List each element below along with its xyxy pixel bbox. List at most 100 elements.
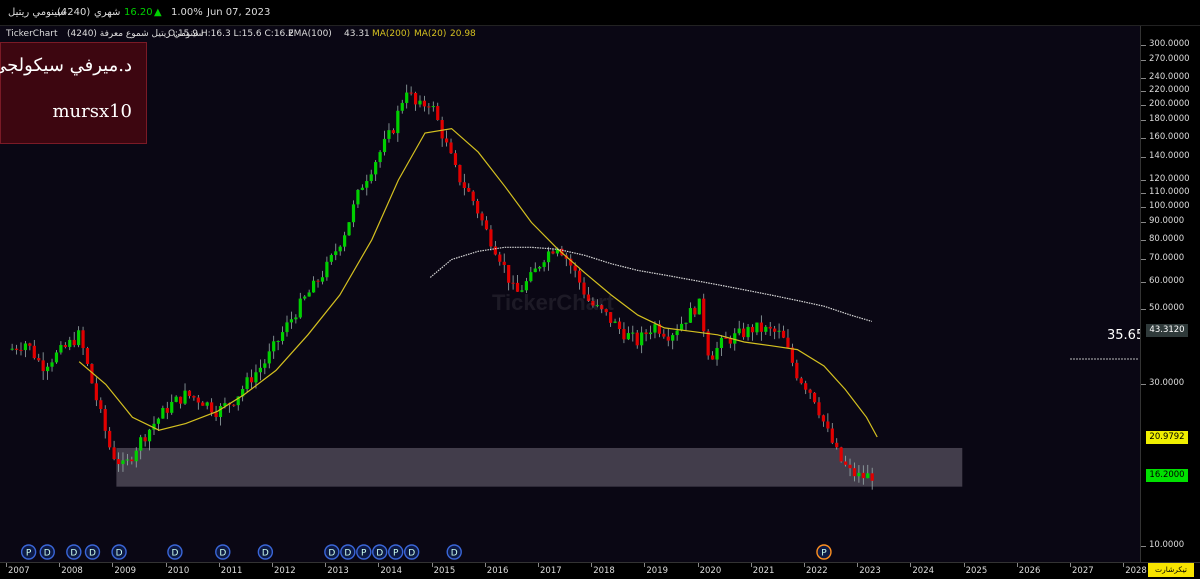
candle-down [812, 392, 817, 403]
candle-down [489, 229, 493, 247]
candle-down [130, 459, 134, 462]
candle-up [77, 330, 81, 346]
candle-up [263, 363, 267, 368]
candle-down [693, 308, 697, 315]
candle-up [613, 321, 617, 323]
event-marker-label: D [262, 549, 269, 559]
year-tick-label: 2021 [752, 566, 775, 576]
candle-up [170, 401, 174, 413]
candle-down [210, 402, 214, 413]
year-tick [325, 563, 327, 567]
candle-up [524, 281, 528, 291]
price-tick [1141, 120, 1146, 122]
price-tick-label: 110.0000 [1149, 186, 1190, 197]
candle-down [666, 336, 670, 341]
price-tick-label: 120.0000 [1149, 173, 1190, 184]
candle-down [702, 298, 706, 332]
candle-up [688, 308, 693, 323]
candle-down [316, 280, 320, 282]
candle-down [742, 328, 746, 338]
candle-down [440, 120, 444, 139]
candle-up [54, 352, 59, 363]
candle-down [830, 428, 834, 443]
candle-up [23, 343, 28, 351]
candle-down [826, 421, 830, 429]
candle-down [462, 182, 466, 189]
candle-up [431, 106, 435, 108]
author-handle: mursx10 [52, 101, 132, 122]
candle-up [369, 174, 373, 182]
candle-up [307, 292, 311, 297]
candle-up [156, 418, 161, 424]
price-tick-label: 100.0000 [1149, 200, 1190, 211]
candle-down [165, 408, 169, 413]
year-tick-label: 2018 [593, 566, 615, 576]
year-tick-label: 2009 [114, 566, 137, 576]
candle-up [245, 377, 249, 390]
period-label[interactable]: شهري [94, 7, 120, 18]
ma-value: 20.98 [450, 29, 476, 39]
year-tick-label: 2010 [167, 566, 190, 576]
price-tick-label: 140.0000 [1149, 151, 1190, 162]
candle-down [804, 383, 808, 390]
year-tick-label: 2020 [699, 566, 722, 576]
year-tick [538, 563, 539, 567]
year-tick [750, 563, 752, 567]
year-tick [1123, 563, 1125, 567]
year-tick [910, 563, 912, 567]
price-tick [1141, 77, 1146, 79]
candle-down [458, 165, 462, 183]
candle-down [409, 92, 413, 94]
candle-down [861, 472, 865, 479]
header-bar: سينومي ريتيل (4240) شهري 16.20 ▲ 1.00% J… [0, 0, 1200, 26]
candle-down [551, 251, 555, 254]
watermark: TickerChart [492, 290, 614, 315]
candle-down [835, 442, 839, 448]
ma20-label[interactable]: MA(20) [414, 29, 446, 39]
year-tick-label: 2015 [433, 566, 456, 576]
price-tick [1141, 179, 1146, 181]
candle-up [139, 437, 143, 451]
event-marker-label: D [376, 549, 383, 559]
price-tick-label: 50.0000 [1149, 303, 1185, 314]
candle-up [755, 322, 759, 333]
year-tick [857, 563, 859, 567]
candle-up [733, 333, 737, 344]
candle-down [617, 321, 622, 330]
time-axis[interactable]: 2007 2008 2009 2010 2011 2012 2013 2014 2015 2016… [0, 562, 1200, 579]
candle-down [476, 200, 480, 214]
candle-up [254, 372, 258, 383]
ma200-label[interactable]: MA(200) [372, 29, 410, 39]
up-arrow-icon: ▲ [154, 7, 162, 18]
price-tick [1141, 90, 1146, 92]
candle-down [108, 430, 112, 448]
candle-down [786, 337, 790, 348]
candle-down [19, 349, 23, 351]
candle-up [631, 332, 635, 334]
event-marker-label: D [328, 549, 335, 559]
year-tick [644, 563, 646, 567]
candle-up [280, 332, 285, 341]
app-name: TickerChart [6, 29, 58, 39]
candle-up [258, 367, 262, 373]
candle-up [343, 235, 347, 247]
event-marker-label: P [393, 549, 399, 559]
ema-label[interactable]: EMA(100) [288, 29, 332, 39]
author-arabic: د.ميرفي سيكولجي [0, 55, 132, 76]
candle-down [852, 468, 857, 477]
price-tick-label: 270.0000 [1149, 54, 1190, 65]
candle-down [196, 397, 200, 403]
price-tick-label: 10.0000 [1149, 540, 1185, 551]
event-marker-label: D [219, 549, 226, 559]
candle-down [232, 404, 236, 406]
candle-up [671, 335, 675, 341]
candle-down [799, 378, 803, 384]
price-badge: 20.9792 [1146, 430, 1188, 444]
candle-up [329, 255, 333, 262]
candle-up [715, 347, 719, 360]
candle-down [467, 188, 471, 192]
candle-down [750, 326, 755, 333]
year-tick-label: 2011 [220, 566, 243, 576]
candle-down [143, 437, 147, 442]
event-marker-label: D [408, 549, 415, 559]
